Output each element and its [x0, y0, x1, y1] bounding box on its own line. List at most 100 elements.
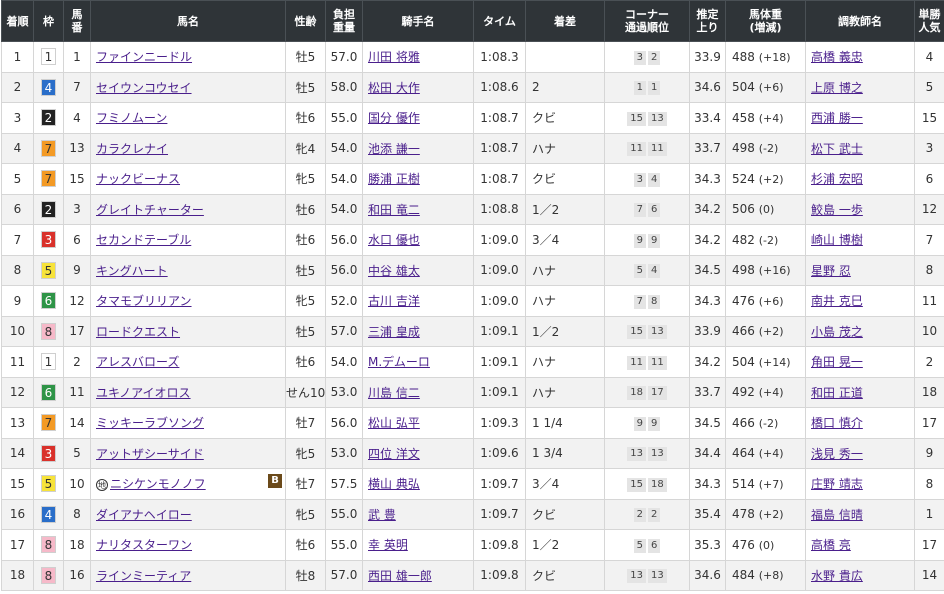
bodyweight-diff: (+16)	[758, 264, 791, 278]
sexage-cell: 牡6	[285, 193, 326, 225]
jockey-link[interactable]: 水口 優也	[368, 233, 420, 247]
trainer-link[interactable]: 水野 貴広	[811, 569, 863, 583]
jockey-link[interactable]: M.デムーロ	[368, 355, 430, 369]
corner-pos: 13	[648, 569, 667, 584]
pop-cell: 1	[914, 498, 944, 530]
jockey-link[interactable]: 川島 信二	[368, 386, 420, 400]
trainer-cell: 杉浦 宏昭	[805, 163, 915, 195]
jockey-link[interactable]: 和田 竜二	[368, 203, 420, 217]
corner-pos: 13	[648, 447, 667, 462]
jockey-link[interactable]: 横山 典弘	[368, 477, 420, 491]
jockey-cell: 水口 優也	[362, 224, 474, 256]
bodyweight-diff: (-2)	[758, 233, 779, 247]
jockey-link[interactable]: 川田 将雅	[368, 50, 420, 64]
trainer-link[interactable]: 星野 忍	[811, 264, 851, 278]
jockey-link[interactable]: 松山 弘平	[368, 416, 420, 430]
horse-link[interactable]: セイウンコウセイ	[96, 81, 192, 95]
time-cell: 1:09.6	[473, 437, 526, 469]
weight-cell: 54.0	[325, 193, 363, 225]
jockey-link[interactable]: 勝浦 正樹	[368, 172, 420, 186]
waku-badge: 4	[41, 78, 56, 96]
horse-link[interactable]: ロードクエスト	[96, 325, 180, 339]
trainer-link[interactable]: 角田 晃一	[811, 355, 863, 369]
horse-link[interactable]: タマモブリリアン	[96, 294, 192, 308]
sexage-cell: 牝4	[285, 132, 326, 164]
horse-link[interactable]: ナックビーナス	[96, 172, 180, 186]
bodyweight-diff: (+6)	[758, 294, 784, 308]
corner-cell: 34	[604, 163, 690, 195]
trainer-link[interactable]: 高橋 亮	[811, 538, 851, 552]
horse-link[interactable]: キングハート	[96, 264, 168, 278]
horse-cell: タマモブリリアン	[90, 285, 286, 317]
trainer-link[interactable]: 和田 正道	[811, 386, 863, 400]
horse-link[interactable]: フミノムーン	[96, 111, 167, 125]
horse-link[interactable]: アレスバローズ	[96, 355, 179, 369]
corner-pos: 13	[648, 325, 667, 340]
jockey-link[interactable]: 国分 優作	[368, 111, 420, 125]
horse-link[interactable]: セカンドテーブル	[96, 233, 191, 247]
horse-link[interactable]: ファインニードル	[96, 50, 192, 64]
jockey-link[interactable]: 三浦 皇成	[368, 325, 420, 339]
waku-cell: 7	[33, 163, 64, 195]
trainer-link[interactable]: 福島 信晴	[811, 508, 863, 522]
waku-badge: 2	[41, 109, 56, 127]
bodyweight-diff: (+8)	[758, 569, 784, 583]
jockey-link[interactable]: 池添 謙一	[368, 142, 420, 156]
header-jockey: 騎手名	[362, 0, 474, 42]
waku-badge: 1	[41, 353, 56, 371]
table-row: 6 2 3 グレイトチャーター 牡6 54.0 和田 竜二 1:08.8 1／2…	[1, 193, 944, 225]
header-time: タイム	[473, 0, 526, 42]
trainer-link[interactable]: 南井 克巳	[811, 294, 863, 308]
jockey-link[interactable]: 四位 洋文	[368, 447, 420, 461]
trainer-link[interactable]: 高橋 義忠	[811, 50, 863, 64]
trainer-link[interactable]: 橋口 慎介	[811, 416, 863, 430]
jockey-link[interactable]: 西田 雄一郎	[368, 569, 432, 583]
umaban-cell: 7	[63, 71, 91, 103]
bodyweight-value: 488	[732, 49, 755, 64]
horse-link[interactable]: ラインミーティア	[96, 569, 191, 583]
trainer-link[interactable]: 庄野 靖志	[811, 477, 863, 491]
sexage-cell: 牡5	[285, 41, 326, 73]
corner-pos: 13	[648, 111, 667, 126]
jockey-link[interactable]: 松田 大作	[368, 81, 420, 95]
horse-link[interactable]: ユキノアイオロス	[96, 386, 191, 400]
jockey-cell: 三浦 皇成	[362, 315, 474, 347]
corner-cell: 11	[604, 71, 690, 103]
jockey-link[interactable]: 武 豊	[368, 508, 396, 522]
header-row: 着順 枠 馬番 馬名 性齢 負担 重量 騎手名 タイム 着差 コーナー 通過順位 推…	[1, 0, 944, 42]
horse-cell: セイウンコウセイ	[90, 71, 286, 103]
jockey-link[interactable]: 中谷 雄太	[368, 264, 420, 278]
horse-link[interactable]: ニシケンモノノフ	[110, 477, 206, 491]
time-cell: 1:08.3	[473, 41, 526, 73]
table-row: 2 4 7 セイウンコウセイ 牡5 58.0 松田 大作 1:08.6 2 11…	[1, 71, 944, 103]
trainer-link[interactable]: 崎山 博樹	[811, 233, 863, 247]
horse-link[interactable]: ナリタスターワン	[96, 538, 192, 552]
rank-cell: 15	[1, 468, 34, 500]
rank-cell: 8	[1, 254, 34, 286]
horse-link[interactable]: カラクレナイ	[96, 142, 168, 156]
horse-link[interactable]: ダイアナヘイロー	[96, 508, 192, 522]
corner-cell: 11 11	[604, 132, 690, 164]
header-bodyweight: 馬体重 (増減)	[725, 0, 806, 42]
waku-badge: 6	[41, 383, 56, 401]
trainer-link[interactable]: 杉浦 宏昭	[811, 172, 863, 186]
bodyweight-diff: (-2)	[758, 416, 779, 430]
trainer-link[interactable]: 松下 武士	[811, 142, 863, 156]
trainer-link[interactable]: 上原 博之	[811, 81, 863, 95]
bodyweight-diff: (-2)	[758, 142, 779, 156]
corner-cell: 22	[604, 498, 690, 530]
jockey-cell: 松山 弘平	[362, 407, 474, 439]
trainer-link[interactable]: 浅見 秀一	[811, 447, 863, 461]
time-cell: 1:09.8	[473, 529, 526, 561]
horse-link[interactable]: アットザシーサイド	[96, 447, 204, 461]
horse-link[interactable]: ミッキーラブソング	[96, 416, 204, 430]
jockey-cell: 国分 優作	[362, 102, 474, 134]
jockey-link[interactable]: 古川 吉洋	[368, 294, 420, 308]
jockey-link[interactable]: 幸 英明	[368, 538, 408, 552]
horse-link[interactable]: グレイトチャーター	[96, 203, 204, 217]
waku-cell: 4	[33, 71, 64, 103]
trainer-link[interactable]: 西浦 勝一	[811, 111, 863, 125]
trainer-link[interactable]: 小島 茂之	[811, 325, 863, 339]
trainer-link[interactable]: 鮫島 一歩	[811, 203, 863, 217]
bodyweight-cell: 492 (+4)	[725, 376, 806, 408]
